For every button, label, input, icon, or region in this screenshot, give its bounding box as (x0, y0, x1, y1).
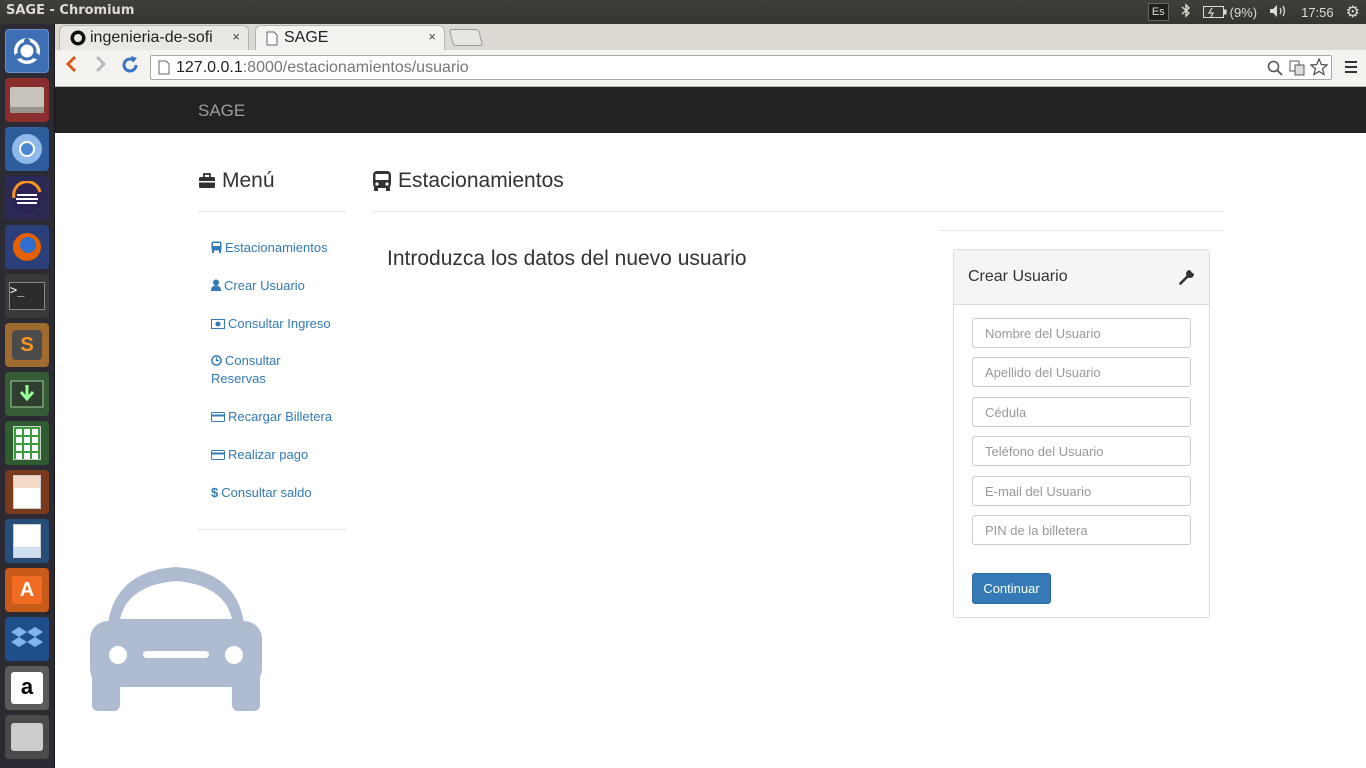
money-icon (211, 319, 225, 329)
calc-icon[interactable] (5, 421, 49, 465)
dropbox-icon[interactable] (5, 617, 49, 661)
main-title: Estacionamientos (398, 169, 564, 192)
menu-item-estacionamientos[interactable]: Estacionamientos (211, 239, 328, 257)
keyboard-layout-indicator[interactable]: Es (1147, 3, 1169, 21)
amazon-icon[interactable]: a (5, 666, 49, 710)
nombre-input[interactable] (972, 318, 1191, 348)
dollar-icon: $ (211, 485, 219, 500)
crear-usuario-panel: Crear Usuario Continuar (953, 249, 1210, 618)
reload-icon[interactable] (120, 55, 140, 81)
menu-item-recargar-billetera[interactable]: Recargar Billetera (211, 408, 332, 426)
trash-icon[interactable] (5, 715, 49, 759)
os-top-bar: SAGE - Chromium Es (9%) 17:56 ⚙ (0, 0, 1366, 24)
new-tab-button[interactable] (448, 29, 484, 46)
launcher: >_ S A a (0, 24, 55, 768)
wrench-icon (1179, 269, 1195, 290)
writer-icon[interactable] (5, 519, 49, 563)
car-icon (90, 567, 262, 711)
menu-item-realizar-pago[interactable]: Realizar pago (211, 446, 308, 464)
settings-gear-icon[interactable]: ⚙ (1346, 2, 1360, 22)
document-icon (266, 31, 278, 45)
dash-icon[interactable] (5, 29, 49, 73)
page-icon (158, 60, 170, 75)
pin-input[interactable] (972, 515, 1191, 545)
credit-card-icon (211, 450, 225, 460)
system-tray: Es (9%) 17:56 ⚙ (1147, 2, 1360, 22)
browser-toolbar: 127.0.0.1:8000/estacionamientos/usuario (55, 50, 1366, 87)
menu-item-consultar-reservas[interactable]: Consultar Reservas (211, 352, 311, 388)
continuar-button[interactable]: Continuar (972, 573, 1051, 604)
search-icon[interactable] (1267, 60, 1283, 83)
bookmark-star-icon[interactable] (1309, 57, 1329, 83)
cedula-input[interactable] (972, 397, 1191, 427)
terminal-icon[interactable]: >_ (5, 274, 49, 318)
menu-item-consultar-ingreso[interactable]: Consultar Ingreso (211, 315, 331, 333)
battery-icon (1202, 6, 1227, 18)
address-bar[interactable]: 127.0.0.1:8000/estacionamientos/usuario (150, 55, 1332, 80)
translate-icon[interactable] (1289, 60, 1305, 83)
url-path: :8000/estacionamientos/usuario (242, 59, 469, 76)
bluetooth-icon[interactable] (1181, 3, 1191, 21)
tab-label: ingenieria-de-sofi (90, 29, 213, 46)
apellido-input[interactable] (972, 357, 1191, 387)
user-icon (211, 279, 221, 291)
credit-card-icon (211, 412, 225, 422)
panel-title: Crear Usuario (968, 268, 1068, 285)
email-input[interactable] (972, 476, 1191, 506)
tab-github[interactable]: ingenieria-de-sofi × (59, 25, 249, 50)
firefox-icon[interactable] (5, 225, 49, 269)
main-divider (372, 211, 1224, 212)
updater-icon[interactable] (5, 372, 49, 416)
forward-icon[interactable] (95, 55, 107, 79)
bus-icon (211, 241, 222, 253)
sublime-icon[interactable]: S (5, 323, 49, 367)
clock-icon (211, 355, 222, 366)
close-tab-icon[interactable]: × (232, 29, 240, 44)
close-tab-icon[interactable]: × (428, 29, 436, 44)
software-center-icon[interactable]: A (5, 568, 49, 612)
clock[interactable]: 17:56 (1301, 5, 1334, 20)
car-illustration (88, 563, 264, 718)
menu-item-consultar-saldo[interactable]: $ Consultar saldo (211, 484, 312, 502)
battery-percent: (9%) (1229, 4, 1258, 20)
panel-heading: Crear Usuario (954, 250, 1209, 305)
intro-heading: Introduzca los datos del nuevo usuario (387, 247, 747, 270)
brand-link[interactable]: SAGE (198, 101, 245, 121)
telefono-input[interactable] (972, 436, 1191, 466)
menu-title: Menú (222, 169, 275, 192)
back-icon[interactable] (65, 55, 77, 79)
volume-icon[interactable] (1269, 4, 1289, 21)
navbar: SAGE (55, 87, 1366, 133)
eclipse-icon[interactable] (5, 176, 49, 220)
main-heading: Estacionamientos (372, 169, 564, 193)
files-icon[interactable] (5, 78, 49, 122)
bus-icon (373, 171, 391, 191)
tab-label: SAGE (284, 29, 329, 46)
tab-sage[interactable]: SAGE × (255, 25, 445, 50)
tab-strip: ingenieria-de-sofi × SAGE × (55, 24, 1366, 50)
chrome-menu-icon[interactable] (1344, 60, 1358, 79)
github-icon (70, 30, 86, 46)
menu-heading: Menú (198, 169, 275, 193)
window-title: SAGE - Chromium (6, 3, 135, 18)
panel-divider (939, 230, 1224, 231)
chromium-icon[interactable] (5, 127, 49, 171)
briefcase-icon (199, 173, 215, 188)
web-page: SAGE Menú Estacionamientos Crear Usuario… (55, 87, 1366, 768)
url-host: 127.0.0.1 (176, 59, 243, 76)
menu-item-crear-usuario[interactable]: Crear Usuario (211, 277, 305, 295)
menu-divider-top (198, 211, 346, 212)
battery-indicator[interactable]: (9%) (1202, 4, 1258, 20)
impress-icon[interactable] (5, 470, 49, 514)
menu-divider-bottom (198, 529, 346, 530)
